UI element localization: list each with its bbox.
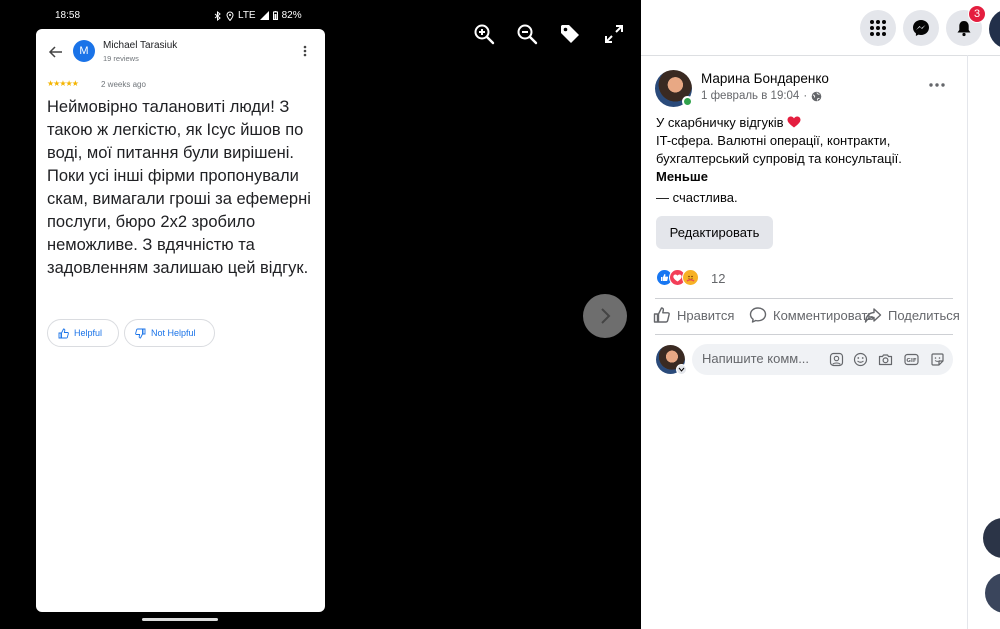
notification-count-badge: 3: [968, 5, 986, 23]
comment-label: Комментировать: [773, 307, 875, 323]
reviewer-review-count: 19 reviews: [103, 54, 139, 63]
edit-post-button[interactable]: Редактировать: [656, 216, 773, 249]
actions-top-divider: [655, 298, 953, 299]
feeling-status: — счастлива.: [656, 190, 738, 205]
tag-icon[interactable]: [558, 22, 582, 46]
thumbs-up-icon: [653, 307, 670, 323]
camera-icon[interactable]: [878, 352, 893, 367]
post-timestamp[interactable]: 1 февраль в 19:04: [701, 90, 799, 102]
signal-icon: [259, 11, 269, 20]
battery-level: 82%: [281, 10, 302, 21]
chevron-down-icon[interactable]: [676, 364, 687, 375]
reaction-summary[interactable]: [656, 269, 699, 286]
like-label: Нравится: [677, 307, 735, 323]
header-divider: [641, 55, 1000, 56]
zoom-out-icon[interactable]: [515, 22, 539, 46]
author-name[interactable]: Марина Бондаренко: [701, 71, 829, 86]
fullscreen-icon[interactable]: [602, 22, 626, 46]
more-options-icon[interactable]: [928, 79, 946, 91]
network-label: LTE: [238, 10, 256, 21]
post-text-line-2: IT-сфера. Валютні операції, контракти, б…: [656, 133, 902, 166]
review-date: 2 weeks ago: [101, 80, 146, 89]
comment-icon: [749, 307, 767, 323]
bell-icon: [957, 21, 971, 37]
not-helpful-button[interactable]: Not Helpful: [124, 319, 215, 347]
grid-icon: [870, 20, 886, 36]
zoom-in-icon[interactable]: [472, 22, 496, 46]
photo-viewer: 18:58 LTE 82% M Michael Tarasiuk 19 revi…: [0, 0, 641, 629]
audience-separator: ·: [803, 90, 808, 102]
actions-bottom-divider: [655, 334, 953, 335]
next-photo-button[interactable]: [583, 294, 627, 338]
sidebar-divider: [967, 55, 968, 629]
review-card: M Michael Tarasiuk 19 reviews ★★★★★ 2 we…: [36, 29, 325, 612]
online-status-dot: [682, 96, 693, 107]
share-icon: [864, 308, 882, 323]
reviewer-name[interactable]: Michael Tarasiuk: [103, 40, 177, 51]
star-rating: ★★★★★: [47, 79, 79, 88]
status-time: 18:58: [55, 10, 81, 21]
see-less-link[interactable]: Меньше: [656, 169, 708, 184]
reviewer-avatar[interactable]: M: [73, 40, 95, 62]
not-helpful-label: Not Helpful: [151, 328, 196, 338]
home-indicator: [142, 618, 218, 621]
post-text-line-1: У скарбничку відгуків: [656, 115, 784, 130]
svg-text:GIF: GIF: [906, 358, 917, 364]
thumbs-down-icon: [135, 328, 146, 338]
messenger-button[interactable]: [903, 10, 939, 46]
bluetooth-icon: [214, 10, 221, 21]
post-meta: 1 февраль в 19:04 ·: [701, 90, 822, 102]
chevron-right-icon: [601, 308, 611, 324]
avatar-sticker-icon[interactable]: [829, 352, 844, 367]
red-heart-icon: [787, 116, 801, 128]
helpful-label: Helpful: [74, 328, 103, 338]
messenger-icon: [913, 20, 929, 36]
helpful-button[interactable]: Helpful: [47, 319, 119, 347]
thumbs-up-icon: [58, 328, 69, 338]
emoji-icon[interactable]: [853, 352, 868, 367]
review-text: Неймовірно талановиті люди! З такою ж ле…: [47, 98, 311, 277]
location-icon: [226, 11, 234, 21]
gif-icon[interactable]: GIF: [904, 352, 919, 367]
comment-input[interactable]: [702, 351, 817, 366]
comment-button[interactable]: Комментировать: [749, 306, 874, 324]
care-reaction-icon: [682, 269, 699, 286]
globe-icon[interactable]: [811, 91, 822, 102]
battery-icon: [272, 11, 278, 20]
like-button[interactable]: Нравится: [653, 306, 734, 324]
share-label: Поделиться: [888, 307, 960, 323]
post-text: У скарбничку відгуків IT-сфера. Валютні …: [656, 114, 946, 186]
back-arrow-icon[interactable]: [48, 44, 64, 60]
comment-composer[interactable]: GIF: [692, 344, 953, 375]
status-icons: LTE 82%: [214, 10, 302, 21]
share-button[interactable]: Поделиться: [864, 306, 960, 324]
more-options-icon[interactable]: [299, 44, 311, 58]
menu-grid-button[interactable]: [860, 10, 896, 46]
sticker-icon[interactable]: [930, 352, 945, 367]
reaction-count[interactable]: 12: [711, 271, 725, 286]
